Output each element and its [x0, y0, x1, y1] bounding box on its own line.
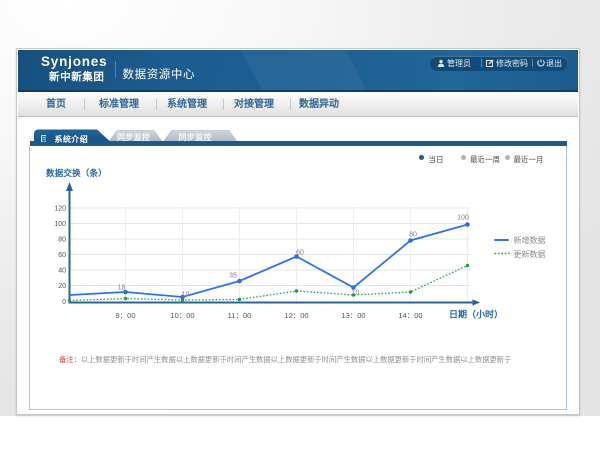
- svg-text:80: 80: [409, 232, 417, 239]
- svg-text:100: 100: [54, 221, 66, 228]
- svg-text:日期（小时）: 日期（小时）: [449, 309, 503, 320]
- svg-text:10: 10: [352, 290, 360, 297]
- svg-text:40: 40: [58, 268, 66, 275]
- svg-text:80: 80: [58, 237, 66, 244]
- svg-text:60: 60: [58, 252, 66, 259]
- svg-text:60: 60: [296, 250, 304, 257]
- svg-text:9：00: 9：00: [115, 311, 135, 320]
- svg-text:12：00: 12：00: [284, 311, 308, 320]
- svg-text:10: 10: [182, 292, 190, 299]
- svg-text:35: 35: [229, 273, 237, 280]
- svg-text:13：00: 13：00: [341, 311, 365, 320]
- svg-text:11：00: 11：00: [228, 311, 252, 320]
- svg-text:18: 18: [118, 285, 126, 292]
- svg-text:14：00: 14：00: [398, 311, 422, 320]
- svg-text:120: 120: [54, 206, 66, 213]
- svg-text:10：00: 10：00: [170, 311, 194, 320]
- svg-text:0: 0: [62, 299, 66, 306]
- svg-text:100: 100: [457, 215, 469, 222]
- svg-text:20: 20: [58, 283, 66, 290]
